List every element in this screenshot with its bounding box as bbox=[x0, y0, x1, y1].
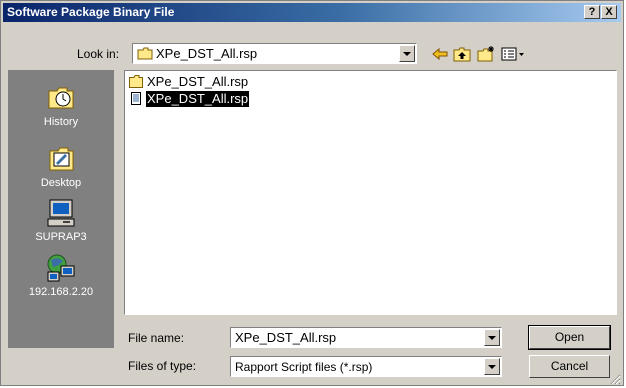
look-in-dropdown[interactable]: XPe_DST_All.rsp bbox=[132, 43, 417, 64]
up-folder-icon bbox=[453, 47, 471, 62]
history-icon bbox=[48, 87, 74, 109]
resize-grip-icon[interactable] bbox=[609, 373, 621, 385]
file-name-text: XPe_DST_All.rsp bbox=[147, 74, 249, 89]
place-desktop[interactable]: Desktop bbox=[8, 143, 114, 189]
file-name-value: XPe_DST_All.rsp bbox=[235, 330, 337, 345]
look-in-value: XPe_DST_All.rsp bbox=[156, 46, 258, 61]
close-button[interactable]: X bbox=[601, 5, 617, 19]
back-button[interactable] bbox=[430, 45, 450, 63]
file-type-select[interactable]: Rapport Script files (*.rsp) bbox=[230, 356, 502, 377]
place-label-suprap3: SUPRAP3 bbox=[35, 231, 87, 243]
new-folder-button[interactable] bbox=[476, 45, 496, 63]
place-suprap3[interactable]: SUPRAP3 bbox=[8, 197, 114, 243]
place-label-network: 192.168.2.20 bbox=[28, 286, 94, 298]
chevron-down-icon[interactable] bbox=[484, 358, 500, 375]
desktop-icon bbox=[49, 147, 74, 171]
window-title: Software Package Binary File bbox=[7, 5, 175, 19]
place-history[interactable]: History bbox=[8, 82, 114, 128]
views-menu-button[interactable] bbox=[500, 45, 526, 63]
computer-icon bbox=[47, 199, 75, 227]
place-label-history: History bbox=[43, 116, 79, 128]
places-bar: History Desktop SUPRAP3 192.168.2.20 bbox=[8, 70, 114, 348]
document-icon bbox=[131, 92, 141, 105]
new-folder-icon bbox=[477, 46, 494, 62]
network-icon bbox=[47, 254, 75, 282]
file-list[interactable]: XPe_DST_All.rsp XPe_DST_All.rsp bbox=[124, 70, 617, 315]
file-name-text: XPe_DST_All.rsp bbox=[146, 91, 250, 107]
file-type-label: Files of type: bbox=[128, 359, 197, 373]
look-in-label: Look in: bbox=[77, 47, 120, 61]
file-name-combobox[interactable]: XPe_DST_All.rsp bbox=[230, 327, 502, 348]
help-button[interactable]: ? bbox=[584, 5, 600, 19]
cancel-button[interactable]: Cancel bbox=[529, 355, 610, 378]
chevron-down-icon[interactable] bbox=[484, 329, 500, 346]
open-button[interactable]: Open bbox=[528, 325, 611, 350]
folder-icon bbox=[129, 75, 143, 88]
chevron-down-icon[interactable] bbox=[399, 45, 415, 62]
file-name-label: File name: bbox=[128, 331, 185, 345]
dialog-window: Software Package Binary File ? X Look in… bbox=[0, 0, 624, 386]
back-arrow-icon bbox=[432, 47, 448, 61]
file-type-value: Rapport Script files (*.rsp) bbox=[235, 360, 373, 374]
views-menu-icon bbox=[501, 47, 524, 61]
title-bar[interactable]: Software Package Binary File ? X bbox=[3, 3, 621, 22]
folder-icon bbox=[137, 47, 153, 60]
place-network-192-168-2-20[interactable]: 192.168.2.20 bbox=[8, 252, 114, 298]
up-folder-button[interactable] bbox=[452, 45, 472, 63]
place-label-desktop: Desktop bbox=[40, 177, 82, 189]
